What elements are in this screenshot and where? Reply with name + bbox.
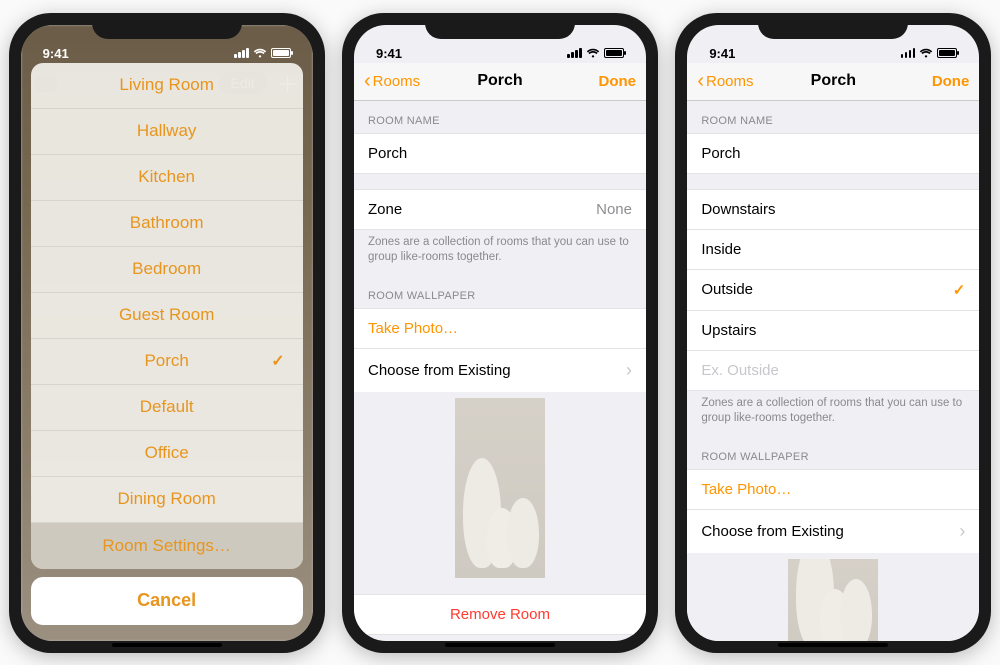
signal-icon (234, 48, 249, 58)
room-name-value: Porch (701, 145, 740, 162)
nav-title: Porch (477, 72, 522, 90)
room-option[interactable]: Porch (31, 339, 303, 385)
choose-existing-button[interactable]: Choose from Existing › (354, 348, 646, 393)
zone-option[interactable]: Inside (687, 229, 979, 270)
chevron-left-icon: ‹ (697, 70, 704, 93)
cancel-button[interactable]: Cancel (31, 577, 303, 625)
signal-icon (567, 48, 582, 58)
room-option[interactable]: Kitchen (31, 155, 303, 201)
status-time: 9:41 (709, 46, 735, 61)
wallpaper-preview (687, 553, 979, 641)
new-zone-field[interactable]: Ex. Outside (687, 350, 979, 391)
home-indicator[interactable] (112, 643, 222, 647)
back-label: Rooms (373, 73, 421, 90)
zone-placeholder: Ex. Outside (701, 362, 779, 379)
chevron-right-icon: › (959, 521, 965, 542)
phone-1: 9:41 Edit ＋ Living RoomHallwayKitchenBat… (9, 13, 325, 653)
zone-row[interactable]: Zone None (354, 189, 646, 230)
back-button[interactable]: ‹ Rooms (697, 70, 753, 93)
zone-option[interactable]: Outside (687, 269, 979, 311)
room-name-field[interactable]: Porch (354, 133, 646, 174)
phone-3: 9:41 ‹ Rooms Porch Done ROOM NAME Porch (675, 13, 991, 653)
done-button[interactable]: Done (598, 73, 636, 90)
device-notch (425, 13, 575, 39)
home-indicator[interactable] (778, 643, 888, 647)
take-photo-button[interactable]: Take Photo… (354, 308, 646, 349)
room-name-field[interactable]: Porch (687, 133, 979, 174)
back-button[interactable]: ‹ Rooms (364, 70, 420, 93)
zone-option[interactable]: Downstairs (687, 189, 979, 230)
vase-image (788, 559, 878, 641)
chevron-right-icon: › (626, 360, 632, 381)
room-option[interactable]: Bedroom (31, 247, 303, 293)
nav-bar: ‹ Rooms Porch Done (354, 63, 646, 101)
chevron-left-icon: ‹ (364, 70, 371, 93)
remove-room-button[interactable]: Remove Room (354, 594, 646, 635)
zone-value: None (596, 201, 632, 218)
room-option[interactable]: Living Room (31, 63, 303, 109)
wifi-icon (253, 46, 267, 61)
device-notch (92, 13, 242, 39)
room-option[interactable]: Guest Room (31, 293, 303, 339)
battery-icon (937, 48, 957, 58)
nav-bar: ‹ Rooms Porch Done (687, 63, 979, 101)
zone-option[interactable]: Upstairs (687, 310, 979, 351)
battery-icon (604, 48, 624, 58)
zone-footer: Zones are a collection of rooms that you… (687, 390, 979, 437)
room-action-sheet: Living RoomHallwayKitchenBathroomBedroom… (31, 63, 303, 625)
room-option[interactable]: Bathroom (31, 201, 303, 247)
status-time: 9:41 (376, 46, 402, 61)
nav-title: Porch (811, 72, 856, 90)
room-name-value: Porch (368, 145, 407, 162)
zone-footer: Zones are a collection of rooms that you… (354, 229, 646, 276)
device-notch (758, 13, 908, 39)
section-header-room-name: ROOM NAME (687, 101, 979, 133)
wifi-icon (919, 46, 933, 61)
status-time: 9:41 (43, 46, 69, 61)
vase-image (455, 398, 545, 578)
section-header-wallpaper: ROOM WALLPAPER (354, 276, 646, 308)
back-label: Rooms (706, 73, 754, 90)
home-indicator[interactable] (445, 643, 555, 647)
take-photo-button[interactable]: Take Photo… (687, 469, 979, 510)
room-option[interactable]: Dining Room (31, 477, 303, 523)
room-option[interactable]: Hallway (31, 109, 303, 155)
room-option[interactable]: Default (31, 385, 303, 431)
signal-icon (901, 48, 916, 58)
wifi-icon (586, 46, 600, 61)
zone-label: Zone (368, 201, 402, 218)
choose-existing-button[interactable]: Choose from Existing › (687, 509, 979, 554)
phone-2: 9:41 ‹ Rooms Porch Done ROOM NAME Porch (342, 13, 658, 653)
room-option[interactable]: Office (31, 431, 303, 477)
section-header-wallpaper: ROOM WALLPAPER (687, 437, 979, 469)
battery-icon (271, 48, 291, 58)
room-settings-button[interactable]: Room Settings… (31, 523, 303, 569)
done-button[interactable]: Done (932, 73, 970, 90)
wallpaper-preview (354, 392, 646, 584)
section-header-room-name: ROOM NAME (354, 101, 646, 133)
